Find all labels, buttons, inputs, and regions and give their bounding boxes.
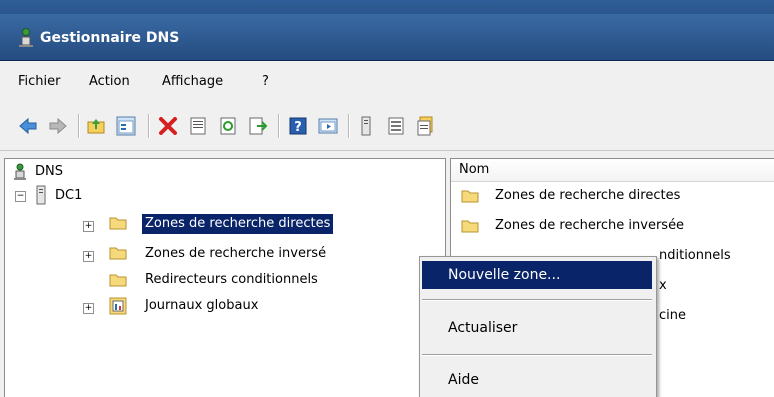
delete-icon[interactable] — [158, 116, 178, 136]
folder-icon — [461, 220, 479, 233]
folder-icon — [109, 217, 127, 230]
content-panes: DNS − DC1 + Zones de recherche directes … — [0, 152, 774, 397]
context-menu: Nouvelle zone... Actualiser Aide — [419, 256, 657, 397]
collapse-dc1-button[interactable]: − — [15, 191, 26, 202]
menu-affichage[interactable]: Affichage — [162, 74, 223, 89]
menu-help[interactable]: ? — [262, 74, 269, 89]
back-icon[interactable] — [18, 116, 38, 136]
tree-server-dc1[interactable]: DC1 — [55, 186, 82, 206]
menu-item-aide[interactable]: Aide — [422, 366, 652, 394]
details-icon[interactable] — [416, 116, 436, 136]
window-title: Gestionnaire DNS — [40, 30, 180, 46]
dns-icon — [14, 163, 26, 180]
list-item[interactable]: Zones de recherche directes — [495, 186, 680, 206]
dns-manager-window: Gestionnaire DNS Fichier Action Affichag… — [0, 0, 774, 397]
list-item[interactable]: x — [659, 276, 667, 296]
event-log-icon — [109, 297, 127, 315]
up-folder-icon[interactable] — [86, 116, 106, 136]
title-bar: Gestionnaire DNS — [0, 0, 774, 61]
help-icon[interactable]: ? — [288, 116, 308, 136]
menu-fichier[interactable]: Fichier — [18, 74, 61, 89]
menu-bar: Fichier Action Affichage ? — [0, 62, 774, 105]
svg-text:?: ? — [294, 120, 302, 135]
menu-action[interactable]: Action — [89, 74, 130, 89]
tree-item-zones-directes[interactable]: Zones de recherche directes — [142, 214, 334, 234]
column-header-label: Nom — [459, 162, 490, 177]
server-icon[interactable] — [356, 116, 376, 136]
menu-separator — [422, 299, 652, 301]
list-icon[interactable] — [386, 116, 406, 136]
expand-journaux-button[interactable]: + — [83, 303, 94, 314]
column-header-nom[interactable]: Nom — [451, 159, 774, 182]
tree-root-dns[interactable]: DNS — [35, 162, 63, 182]
menu-item-nouvelle-zone[interactable]: Nouvelle zone... — [422, 261, 652, 289]
console-icon[interactable] — [318, 116, 338, 136]
expand-zones-directes-button[interactable]: + — [83, 221, 94, 232]
list-item[interactable]: nditionnels — [659, 246, 731, 266]
menu-item-actualiser[interactable]: Actualiser — [422, 314, 652, 342]
folder-icon — [109, 274, 127, 287]
dns-app-icon — [19, 28, 33, 47]
refresh-icon[interactable] — [218, 116, 238, 136]
tree-item-zones-inversees[interactable]: Zones de recherche inversé — [145, 244, 326, 264]
toolbar: ? — [0, 104, 774, 151]
expand-zones-inversees-button[interactable]: + — [83, 251, 94, 262]
show-hide-tree-icon[interactable] — [116, 116, 136, 136]
forward-icon[interactable] — [48, 116, 68, 136]
properties-icon[interactable] — [188, 116, 208, 136]
folder-icon — [109, 247, 127, 260]
list-item[interactable]: cine — [659, 306, 686, 326]
tree-item-redirecteurs[interactable]: Redirecteurs conditionnels — [145, 270, 318, 290]
console-tree: DNS − DC1 + Zones de recherche directes … — [4, 158, 446, 397]
server-icon — [36, 185, 46, 205]
list-item[interactable]: Zones de recherche inversée — [495, 216, 684, 236]
tree-item-journaux[interactable]: Journaux globaux — [145, 296, 258, 316]
export-icon[interactable] — [248, 116, 268, 136]
folder-icon — [461, 190, 479, 203]
menu-separator — [422, 354, 652, 356]
